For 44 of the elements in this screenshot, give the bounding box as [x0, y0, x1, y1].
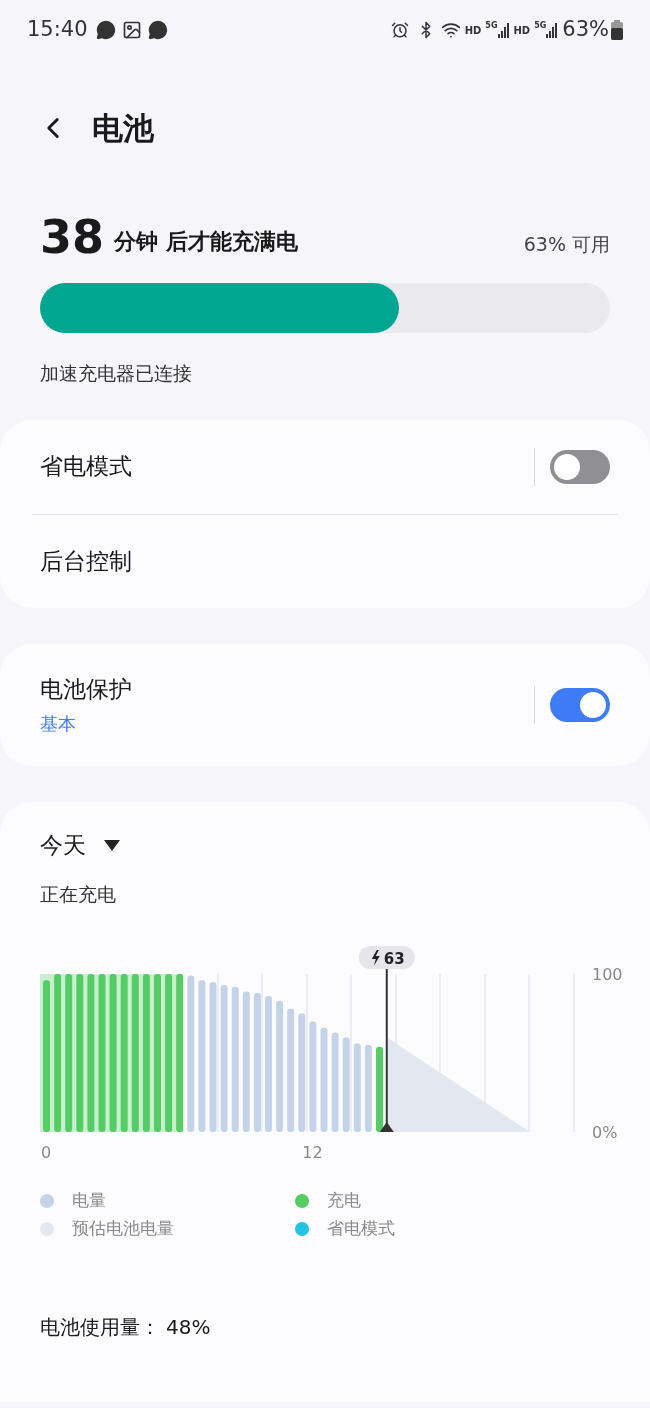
alarm-icon [390, 21, 409, 39]
hd-label: HD [513, 23, 531, 38]
bolt-icon [371, 950, 380, 966]
page-title: 电池 [92, 108, 154, 148]
charger-status: 加速充电器已连接 [40, 361, 193, 386]
hd-label: HD [464, 23, 482, 38]
legend-label: 省电模式 [327, 1217, 395, 1241]
axis-label: 100 [592, 965, 623, 984]
settings-row[interactable]: 省电模式 [32, 419, 618, 514]
legend-label: 预估电池电量 [72, 1217, 174, 1241]
setting-subtitle: 基本 [40, 712, 77, 737]
toggle-switch[interactable] [550, 449, 610, 484]
settings-row[interactable]: 电池保护 基本 [32, 643, 618, 766]
chat-icon [147, 20, 168, 40]
wifi-icon [440, 20, 461, 40]
period-dropdown[interactable]: 今天 [40, 823, 120, 868]
signal-icon [546, 22, 559, 38]
axis-label: 12 [302, 1143, 323, 1162]
toggle-switch[interactable] [550, 687, 610, 722]
available-text: 63% 可用 [523, 231, 610, 257]
caret-icon [104, 840, 120, 851]
charging-status: 正在充电 [40, 881, 117, 907]
settings-row[interactable]: 后台控制 [32, 513, 618, 608]
charge-time-text: 分钟 后才能充满电 [114, 228, 298, 256]
axis-label: 0% [592, 1123, 618, 1142]
battery-icon [611, 20, 623, 40]
status-time: 15:40 [27, 16, 88, 44]
setting-label: 后台控制 [40, 546, 133, 576]
usage-value: 48% [166, 1314, 211, 1341]
usage-label: 电池使用量： [40, 1314, 160, 1341]
value-label: 63 [383, 950, 405, 968]
network-label: 5G [485, 20, 498, 32]
legend-label: 充电 [327, 1189, 361, 1213]
axis-label: 0 [40, 1143, 52, 1162]
setting-label: 电池保护 [40, 674, 133, 704]
value-badge [358, 946, 415, 969]
setting-label: 省电模式 [40, 452, 133, 482]
image-icon [121, 20, 142, 40]
network-label: 5G [534, 20, 547, 32]
signal-icon [497, 22, 510, 38]
legend-label: 电量 [72, 1189, 106, 1213]
charge-minutes: 38 [40, 214, 104, 260]
chat-icon [95, 20, 116, 40]
battery-percent: 63% [562, 16, 609, 44]
